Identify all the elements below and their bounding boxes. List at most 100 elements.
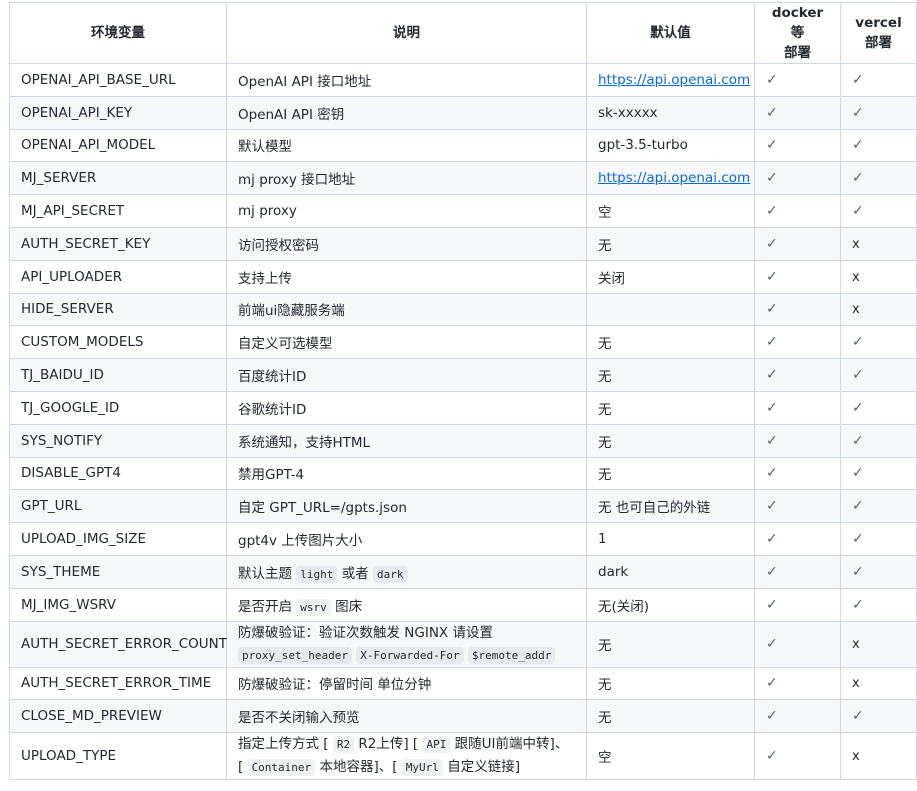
table-row: MJ_IMG_WSRV是否开启 wsrv 图床无(关闭)✓✓	[10, 588, 917, 621]
env-var-name: HIDE_SERVER	[10, 293, 227, 326]
env-var-description: 自定 GPT_URL=/gpts.json	[227, 490, 587, 523]
docker-support: ✓	[755, 195, 841, 228]
vercel-support: x	[841, 260, 917, 293]
vercel-support: ✓	[841, 523, 917, 556]
header-docker-deploy: docker等部署	[755, 3, 841, 64]
table-row: MJ_API_SECRETmj proxy空✓✓	[10, 195, 917, 228]
env-var-description: 谷歌统计ID	[227, 391, 587, 424]
check-icon: ✓	[852, 137, 864, 153]
env-var-name: OPENAI_API_BASE_URL	[10, 64, 227, 97]
env-var-default	[587, 293, 755, 326]
check-icon: ✓	[766, 137, 778, 153]
env-var-default: 关闭	[587, 260, 755, 293]
check-icon: ✓	[766, 531, 778, 547]
vercel-support: x	[841, 293, 917, 326]
check-icon: ✓	[766, 236, 778, 252]
env-var-description: 自定义可选模型	[227, 326, 587, 359]
env-var-description: OpenAI API 接口地址	[227, 64, 587, 97]
env-var-default: 无(关闭)	[587, 588, 755, 621]
env-var-name: GPT_URL	[10, 490, 227, 523]
docker-support: ✓	[755, 700, 841, 733]
cross-icon: x	[852, 237, 860, 252]
docker-support: ✓	[755, 667, 841, 700]
env-var-description: 默认主题 light 或者 dark	[227, 555, 587, 588]
inline-code: X-Forwarded-For	[356, 647, 463, 664]
inline-code: $remote_addr	[468, 647, 555, 664]
vercel-support: ✓	[841, 64, 917, 97]
env-var-name: UPLOAD_IMG_SIZE	[10, 523, 227, 556]
env-var-description: 防爆破验证：验证次数触发 NGINX 请设置proxy_set_header X…	[227, 621, 587, 667]
env-var-default: 无	[587, 391, 755, 424]
table-row: AUTH_SECRET_ERROR_COUNT防爆破验证：验证次数触发 NGIN…	[10, 621, 917, 667]
env-var-name: SYS_THEME	[10, 555, 227, 588]
docker-support: ✓	[755, 293, 841, 326]
env-var-description: 防爆破验证：停留时间 单位分钟	[227, 667, 587, 700]
check-icon: ✓	[852, 433, 864, 449]
env-var-default: dark	[587, 555, 755, 588]
vercel-support: ✓	[841, 457, 917, 490]
vercel-support: ✓	[841, 424, 917, 457]
env-var-description: 指定上传方式 [ R2 R2上传] [ API 跟随UI前端中转]、[ Cont…	[227, 733, 587, 780]
check-icon: ✓	[766, 597, 778, 613]
cross-icon: x	[852, 749, 860, 764]
env-var-name: AUTH_SECRET_KEY	[10, 227, 227, 260]
header-row: 环境变量 说明 默认值 docker等部署 vercel部署	[10, 3, 917, 64]
default-url-link[interactable]: https://api.openai.com	[598, 72, 750, 88]
env-variables-table: 环境变量 说明 默认值 docker等部署 vercel部署 OPENAI_AP…	[9, 2, 917, 780]
docker-support: ✓	[755, 227, 841, 260]
env-var-description: OpenAI API 密钥	[227, 96, 587, 129]
vercel-support: ✓	[841, 326, 917, 359]
env-var-name: TJ_GOOGLE_ID	[10, 391, 227, 424]
table-row: DISABLE_GPT4禁用GPT-4无✓✓	[10, 457, 917, 490]
check-icon: ✓	[766, 72, 778, 88]
check-icon: ✓	[852, 105, 864, 121]
env-var-default: 无	[587, 227, 755, 260]
env-var-name: CLOSE_MD_PREVIEW	[10, 700, 227, 733]
vercel-support: ✓	[841, 391, 917, 424]
check-icon: ✓	[766, 748, 778, 764]
env-var-name: CUSTOM_MODELS	[10, 326, 227, 359]
env-var-default: 无 也可自己的外链	[587, 490, 755, 523]
env-var-description: 前端ui隐藏服务端	[227, 293, 587, 326]
env-var-default: sk-xxxxx	[587, 96, 755, 129]
check-icon: ✓	[852, 367, 864, 383]
docker-support: ✓	[755, 588, 841, 621]
env-var-default: 无	[587, 326, 755, 359]
table-row: OPENAI_API_MODEL默认模型gpt-3.5-turbo✓✓	[10, 129, 917, 162]
cross-icon: x	[852, 270, 860, 285]
inline-code: light	[296, 566, 337, 583]
env-var-description: gpt4v 上传图片大小	[227, 523, 587, 556]
table-row: API_UPLOADER支持上传关闭✓x	[10, 260, 917, 293]
vercel-support: ✓	[841, 129, 917, 162]
docker-support: ✓	[755, 162, 841, 195]
header-env-var: 环境变量	[10, 3, 227, 64]
check-icon: ✓	[852, 531, 864, 547]
docker-support: ✓	[755, 359, 841, 392]
docker-support: ✓	[755, 260, 841, 293]
check-icon: ✓	[766, 334, 778, 350]
env-var-name: MJ_SERVER	[10, 162, 227, 195]
vercel-support: x	[841, 667, 917, 700]
docker-support: ✓	[755, 96, 841, 129]
vercel-support: ✓	[841, 555, 917, 588]
env-var-name: OPENAI_API_KEY	[10, 96, 227, 129]
env-var-default: 无	[587, 359, 755, 392]
vercel-support: ✓	[841, 162, 917, 195]
env-var-default: 无	[587, 457, 755, 490]
vercel-support: x	[841, 621, 917, 667]
inline-code: Container	[248, 759, 316, 776]
vercel-support: x	[841, 733, 917, 780]
check-icon: ✓	[852, 400, 864, 416]
inline-code: API	[423, 736, 451, 753]
default-url-link[interactable]: https://api.openai.com	[598, 170, 750, 186]
header-default-value: 默认值	[587, 3, 755, 64]
check-icon: ✓	[766, 105, 778, 121]
inline-code: R2	[333, 736, 354, 753]
table-row: UPLOAD_TYPE指定上传方式 [ R2 R2上传] [ API 跟随UI前…	[10, 733, 917, 780]
check-icon: ✓	[766, 400, 778, 416]
env-var-description: 支持上传	[227, 260, 587, 293]
check-icon: ✓	[766, 564, 778, 580]
table-row: CLOSE_MD_PREVIEW是否不关闭输入预览无✓✓	[10, 700, 917, 733]
docker-support: ✓	[755, 391, 841, 424]
table-row: MJ_SERVERmj proxy 接口地址https://api.openai…	[10, 162, 917, 195]
